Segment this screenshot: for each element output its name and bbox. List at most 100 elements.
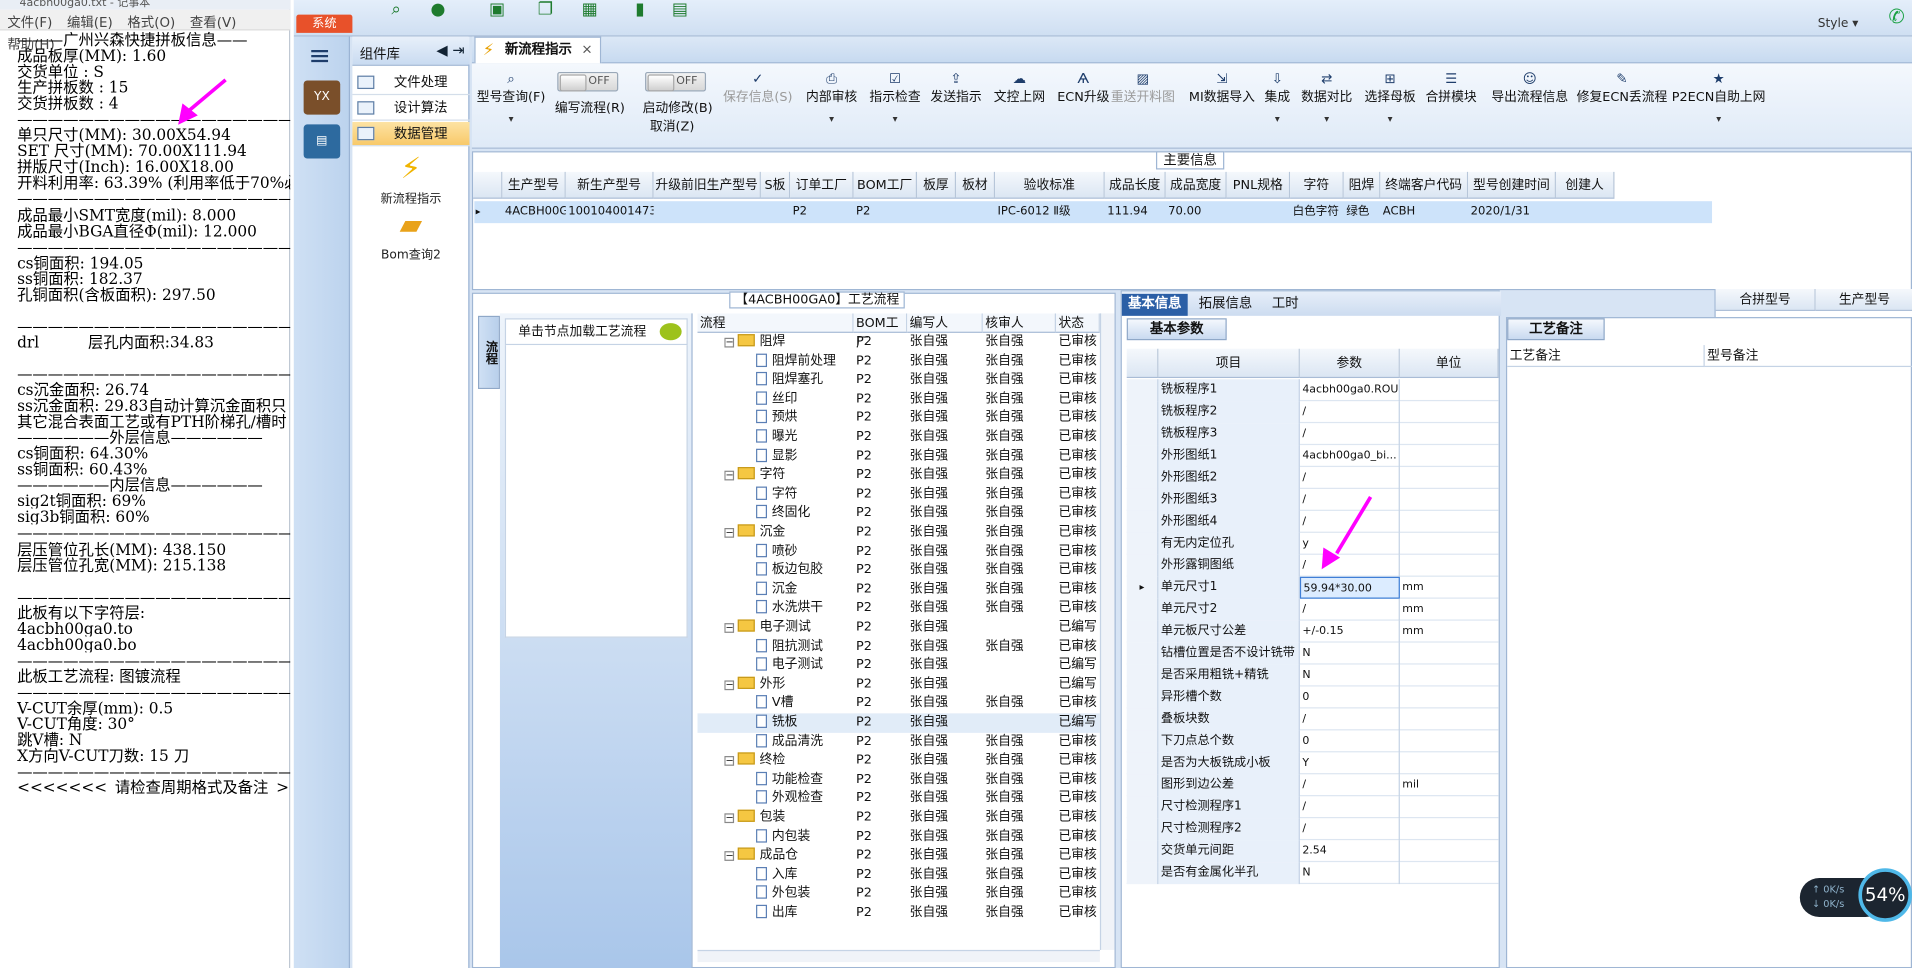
row-header[interactable] bbox=[1126, 379, 1159, 402]
tree-row[interactable]: − 字符 P2 张自强 张自强 已审核 bbox=[697, 466, 1099, 485]
tree-row[interactable]: 曝光 P2 张自强 张自强 已审核 bbox=[697, 428, 1099, 447]
tree-row[interactable]: − 电子测试 P2 张自强 已编写 bbox=[697, 618, 1099, 637]
param-value[interactable]: 0 bbox=[1300, 686, 1400, 709]
collapse-icon[interactable]: − bbox=[724, 470, 735, 481]
row-header[interactable] bbox=[1126, 862, 1159, 885]
component-item-design[interactable]: 设计算法 bbox=[352, 96, 470, 121]
close-icon[interactable]: × bbox=[581, 38, 592, 62]
param-row[interactable]: 是否为大板铣成小板 Y bbox=[1126, 752, 1499, 775]
dropdown-arrow-icon[interactable]: ▾ bbox=[1265, 113, 1291, 124]
tree-row[interactable]: 内包装 P2 张自强 张自强 已审核 bbox=[697, 827, 1099, 846]
tab-basic-info[interactable]: 基本信息 bbox=[1121, 293, 1188, 316]
param-value[interactable]: y bbox=[1300, 532, 1400, 555]
tree-row[interactable]: 沉金 P2 张自强 张自强 已审核 bbox=[697, 580, 1099, 599]
param-row[interactable]: 异形槽个数 0 bbox=[1126, 686, 1499, 709]
tree-row[interactable]: − 沉金 P2 张自强 张自强 已审核 bbox=[697, 523, 1099, 542]
param-value[interactable]: +/-0.15 bbox=[1300, 620, 1400, 643]
toolbar-button[interactable]: ☑ 指示检查 ▾ bbox=[869, 71, 920, 125]
collapse-icon[interactable]: − bbox=[724, 527, 735, 538]
collapse-icon[interactable]: − bbox=[724, 337, 735, 348]
row-header[interactable] bbox=[1126, 620, 1159, 643]
row-header[interactable] bbox=[1126, 708, 1159, 731]
tree-row[interactable]: − 终检 P2 张自强 张自强 已审核 bbox=[697, 751, 1099, 770]
tab-work-hours[interactable]: 工时 bbox=[1266, 294, 1305, 316]
row-header[interactable] bbox=[1126, 774, 1159, 797]
system-tab[interactable]: 系统 bbox=[296, 14, 353, 33]
param-value[interactable]: Y bbox=[1300, 752, 1400, 775]
param-row[interactable]: 外形图纸4/ bbox=[1126, 510, 1499, 533]
param-value[interactable]: / bbox=[1300, 818, 1400, 841]
param-row[interactable]: 铣板程序1 4acbh00ga0.ROU bbox=[1126, 379, 1499, 402]
tree-row[interactable]: 成品清洗 P2 张自强 张自强 已审核 bbox=[697, 732, 1099, 751]
param-row[interactable]: ▸ 单元尺寸1 59.94*30.00 mm bbox=[1126, 576, 1499, 599]
row-header[interactable] bbox=[1126, 818, 1159, 841]
param-row[interactable]: 外形露铜图纸 / bbox=[1126, 554, 1499, 577]
toolbar-button[interactable]: ⇩ 集成 ▾ bbox=[1265, 71, 1291, 125]
col-header[interactable]: PNL规格 bbox=[1226, 171, 1291, 199]
col-header[interactable]: 验收标准 bbox=[995, 171, 1105, 199]
param-value[interactable]: / bbox=[1300, 467, 1400, 489]
collapse-icon[interactable]: − bbox=[724, 851, 735, 862]
copy-icon[interactable]: ❐ bbox=[538, 0, 553, 20]
dropdown-arrow-icon[interactable]: ▾ bbox=[806, 113, 857, 124]
tree-row[interactable]: 字符 P2 张自强 张自强 已审核 bbox=[697, 485, 1099, 504]
param-row[interactable]: 外形图纸3/ bbox=[1126, 488, 1499, 511]
col-header[interactable]: 板材 bbox=[956, 171, 996, 199]
param-value[interactable]: / bbox=[1300, 774, 1400, 797]
mobile-icon[interactable]: ▮ bbox=[635, 0, 644, 20]
param-value[interactable]: / bbox=[1300, 708, 1400, 731]
tree-row[interactable]: − 成品仓 P2 张自强 张自强 已审核 bbox=[697, 846, 1099, 865]
write-flow-toggle[interactable]: OFF bbox=[557, 71, 619, 92]
tree-row[interactable]: 阻抗测试 P2 张自强 张自强 已审核 bbox=[697, 637, 1099, 656]
param-row[interactable]: 外形图纸2/ bbox=[1126, 467, 1499, 489]
param-row[interactable]: 钻槽位置是否不设计铣带 N bbox=[1126, 642, 1499, 665]
tab-new-flow[interactable]: ⚡ 新流程指示 × bbox=[474, 36, 602, 64]
param-value[interactable]: N bbox=[1300, 642, 1400, 665]
toolbar-button[interactable]: ⇪ 发送指示 bbox=[930, 71, 981, 106]
param-row[interactable]: 交货单元间距 2.54 bbox=[1126, 840, 1499, 863]
row-header[interactable] bbox=[1126, 840, 1159, 863]
tree-row[interactable]: − 包装 P2 张自强 张自强 已审核 bbox=[697, 808, 1099, 827]
new-flow-launcher[interactable]: ⚡ 新流程指示 bbox=[352, 151, 469, 206]
param-row[interactable]: 是否采用粗铣+精铣 N bbox=[1126, 664, 1499, 687]
param-row[interactable]: 铣板程序3/ bbox=[1126, 423, 1499, 446]
tree-row[interactable]: 电子测试 P2 张自强 已编写 bbox=[697, 656, 1099, 675]
dropdown-arrow-icon[interactable]: ▾ bbox=[477, 113, 546, 124]
toolbar-button[interactable]: ☁ 文控上网 bbox=[994, 71, 1045, 106]
param-value[interactable]: N bbox=[1300, 862, 1400, 885]
toolbar-button[interactable]: ☰ 合拼模块 bbox=[1425, 71, 1476, 106]
collapse-icon[interactable]: − bbox=[724, 813, 735, 824]
flow-side-tab[interactable]: 流程 bbox=[478, 315, 500, 389]
row-header[interactable] bbox=[1126, 488, 1159, 511]
collapse-icon[interactable]: − bbox=[724, 756, 735, 767]
col-header[interactable]: BOM工厂 bbox=[853, 171, 917, 199]
toolbar-button[interactable]: ⇲ MI数据导入 bbox=[1189, 71, 1255, 106]
toolbar-button[interactable]: ★ P2ECN自助上网 ▾ bbox=[1672, 71, 1766, 125]
dropdown-arrow-icon[interactable]: ▾ bbox=[1365, 113, 1416, 124]
col-header[interactable]: 合拼型号 bbox=[1715, 288, 1816, 311]
param-row[interactable]: 叠板块数 / bbox=[1126, 708, 1499, 731]
toolbar-button[interactable]: ⌕ 型号查询(F) ▾ bbox=[477, 71, 546, 125]
tree-horizontal-scrollbar[interactable] bbox=[697, 949, 1100, 963]
param-value[interactable]: / bbox=[1300, 598, 1400, 621]
col-header[interactable]: 编写人 bbox=[907, 313, 983, 333]
notepad-menu-item[interactable]: 编辑(E) bbox=[60, 10, 120, 32]
toolbar-button[interactable]: ✎ 修复ECN丢流程 bbox=[1577, 71, 1668, 106]
component-item-data[interactable]: 数据管理 bbox=[352, 121, 470, 147]
col-header[interactable]: S板 bbox=[760, 171, 791, 199]
calculator-icon[interactable]: ▤ bbox=[303, 124, 341, 159]
notepad-menu-item[interactable]: 查看(V) bbox=[183, 10, 244, 32]
row-header[interactable] bbox=[1126, 686, 1159, 709]
row-header[interactable] bbox=[1126, 730, 1159, 753]
param-row[interactable]: 是否有金属化半孔 N bbox=[1126, 862, 1499, 885]
tree-row[interactable]: 出库 P2 张自强 张自强 已审核 bbox=[697, 904, 1099, 923]
row-header[interactable] bbox=[1126, 445, 1159, 468]
row-header[interactable] bbox=[1126, 554, 1159, 577]
bom-query-launcher[interactable]: ▰ Bom查询2 bbox=[352, 207, 469, 262]
col-header[interactable]: 字符 bbox=[1290, 171, 1344, 199]
param-row[interactable]: 下刀点总个数 0 bbox=[1126, 730, 1499, 753]
param-value[interactable]: 0 bbox=[1300, 730, 1400, 753]
toolbar-button[interactable]: ⎙ 内部审核 ▾ bbox=[806, 71, 857, 125]
col-header[interactable]: 生产型号 bbox=[502, 171, 566, 199]
param-row[interactable]: 尺寸检测程序2/ bbox=[1126, 818, 1499, 841]
